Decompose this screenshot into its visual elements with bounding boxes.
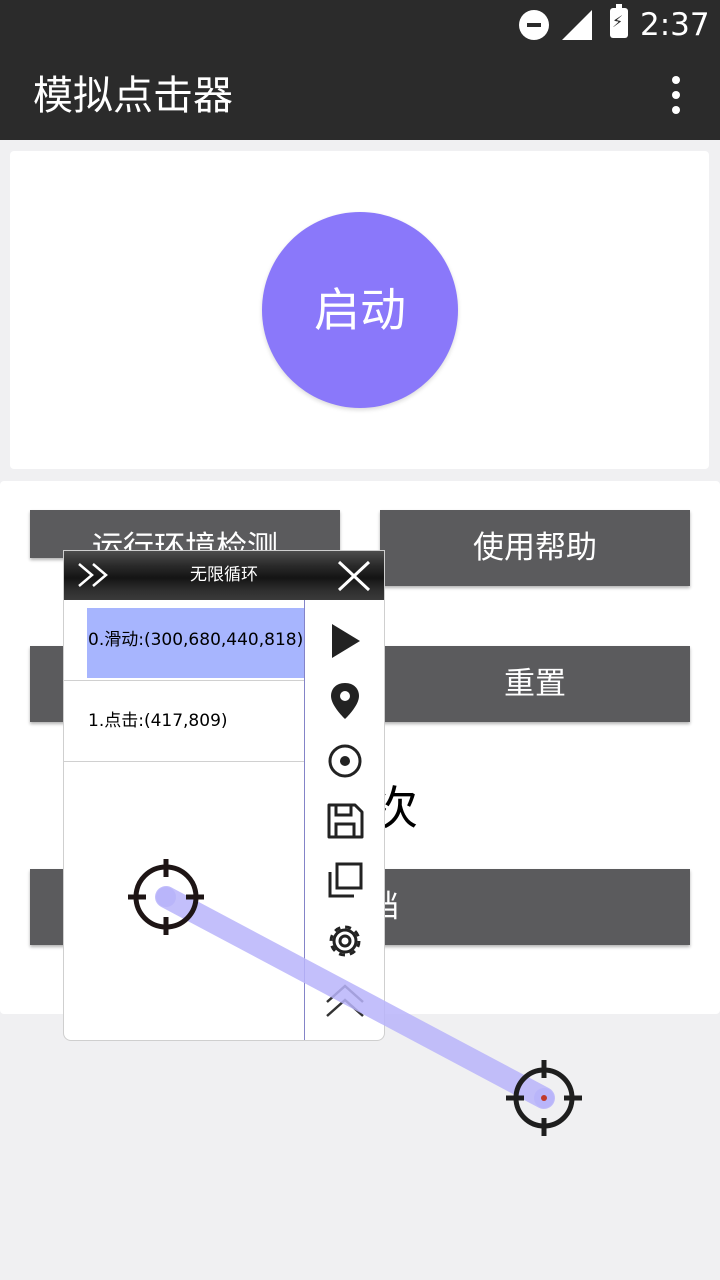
location-pin-icon[interactable]: [322, 678, 368, 724]
settings-gear-icon[interactable]: [322, 918, 368, 964]
start-button[interactable]: 启动: [262, 212, 458, 408]
status-bar: 2:37: [0, 0, 720, 50]
panel-title: 无限循环: [190, 565, 258, 585]
play-icon[interactable]: [322, 618, 368, 664]
record-target-icon[interactable]: [322, 738, 368, 784]
copy-icon[interactable]: [322, 858, 368, 904]
help-button[interactable]: 使用帮助: [380, 510, 690, 586]
action-list: 0.滑动:(300,680,440,818) 1.点击:(417,809): [64, 600, 305, 1040]
more-vert-icon[interactable]: [665, 74, 687, 116]
battery-charging-icon: [610, 4, 628, 38]
close-icon[interactable]: [336, 559, 372, 593]
save-icon[interactable]: [322, 798, 368, 844]
list-item-label: 1.点击:(417,809): [88, 711, 228, 731]
expand-right-icon[interactable]: [76, 560, 112, 590]
script-panel: 无限循环 0.滑动:(300,680,440,818) 1.点击:(417,80…: [63, 550, 385, 1041]
do-not-disturb-icon: [519, 10, 549, 40]
list-item[interactable]: 0.滑动:(300,680,440,818): [64, 600, 304, 681]
list-item-label: 0.滑动:(300,680,440,818): [88, 630, 304, 650]
collapse-up-icon[interactable]: [322, 978, 368, 1024]
crosshair-start-icon[interactable]: [126, 857, 206, 937]
right-button-row3[interactable]: 档: [380, 869, 690, 945]
crosshair-end-icon[interactable]: [504, 1058, 584, 1138]
signal-icon: [562, 10, 592, 40]
app-title: 模拟点击器: [33, 73, 233, 119]
app-bar: 模拟点击器: [0, 50, 720, 140]
list-item[interactable]: 1.点击:(417,809): [64, 681, 304, 762]
status-time: 2:37: [640, 7, 710, 43]
panel-header: 无限循环: [64, 551, 384, 600]
reset-button[interactable]: 重置: [380, 646, 690, 722]
